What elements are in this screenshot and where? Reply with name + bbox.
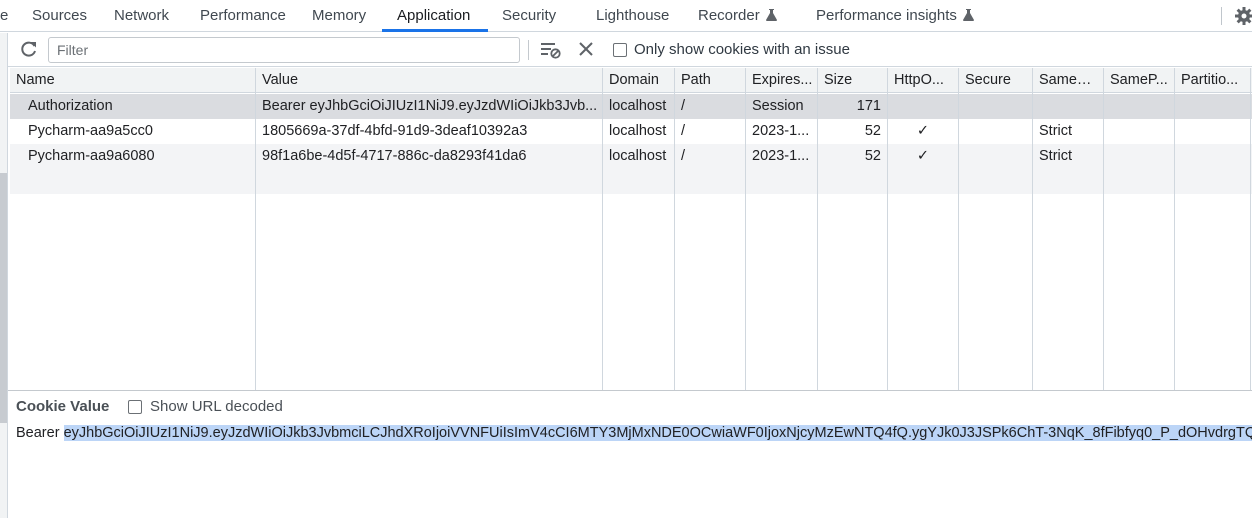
column-divider[interactable] [1174, 68, 1175, 390]
sidebar-scrollbar-thumb[interactable] [0, 173, 7, 423]
cookie-value-selected-token: eyJhbGciOiJIUzI1NiJ9.eyJzdWIiOiJkb3Jvbmc… [63, 425, 1252, 441]
refresh-icon[interactable] [20, 40, 38, 58]
tab-recorder[interactable]: Recorder [698, 0, 777, 32]
left-sidebar-edge [0, 33, 8, 518]
cookies-table: Name Value Domain Path Expires... Size H… [10, 68, 1252, 390]
clear-filtered-cookies-icon[interactable] [541, 41, 561, 59]
cell-domain: localhost [609, 148, 667, 164]
tab-network[interactable]: Network [114, 0, 169, 32]
devtools-tab-bar: e Sources Network Performance Memory App… [0, 0, 1252, 32]
cell-domain: localhost [609, 123, 667, 139]
tab-bar-divider [1221, 7, 1222, 25]
column-divider[interactable] [1032, 68, 1033, 390]
cell-name: Pycharm-aa9a6080 [28, 148, 155, 164]
cell-secure [959, 144, 1032, 169]
column-divider[interactable] [602, 68, 603, 390]
table-header-row: Name Value Domain Path Expires... Size H… [10, 68, 1252, 93]
column-header-value[interactable]: Value [256, 68, 602, 93]
only-issues-label: Only show cookies with an issue [634, 41, 850, 58]
cell-httponly: ✓ [916, 148, 930, 164]
cell-httponly: ✓ [916, 123, 930, 139]
tab-application[interactable]: Application [397, 0, 470, 32]
show-url-decoded-checkbox[interactable] [128, 400, 142, 414]
cookie-value-title: Cookie Value [16, 398, 110, 415]
column-divider[interactable] [887, 68, 888, 390]
tab-recorder-label: Recorder [698, 7, 760, 24]
cell-path: / [681, 123, 686, 139]
tab-lighthouse[interactable]: Lighthouse [596, 0, 669, 32]
cell-path: / [681, 148, 686, 164]
cell-value: 98f1a6be-4d5f-4717-886c-da8293f41da6 [262, 148, 527, 164]
cell-name: Authorization [28, 98, 113, 114]
show-url-decoded-label: Show URL decoded [150, 398, 283, 415]
column-divider[interactable] [674, 68, 675, 390]
tab-sources[interactable]: Sources [32, 0, 87, 32]
experiment-flask-icon [962, 9, 974, 21]
cell-sameparty [1104, 119, 1174, 144]
cell-domain: localhost [609, 98, 667, 114]
column-header-size[interactable]: Size [818, 68, 887, 93]
tab-memory[interactable]: Memory [312, 0, 366, 32]
column-header-partition-key[interactable]: Partitio... [1175, 68, 1251, 93]
cell-partition-key [1175, 144, 1251, 169]
cell-size: 52 [864, 123, 881, 139]
clear-all-cookies-icon[interactable] [578, 41, 594, 57]
cell-samesite: Strict [1039, 123, 1073, 139]
column-header-sameparty[interactable]: SameP... [1104, 68, 1174, 93]
column-header-secure[interactable]: Secure [959, 68, 1032, 93]
cell-size: 52 [864, 148, 881, 164]
cell-samesite: Strict [1039, 148, 1073, 164]
column-header-httponly[interactable]: HttpO... [888, 68, 958, 93]
cell-secure [959, 119, 1032, 144]
column-divider[interactable] [255, 68, 256, 390]
cell-secure [959, 94, 1032, 119]
column-divider[interactable] [745, 68, 746, 390]
table-row[interactable]: Pycharm-aa9a6080 98f1a6be-4d5f-4717-886c… [10, 144, 1252, 169]
cell-path: / [681, 98, 686, 114]
cell-partition-key [1175, 94, 1251, 119]
cell-sameparty [1104, 144, 1174, 169]
column-header-name[interactable]: Name [10, 68, 255, 93]
table-row[interactable]: Pycharm-aa9a5cc0 1805669a-37df-4bfd-91d9… [10, 119, 1252, 144]
tab-security[interactable]: Security [502, 0, 556, 32]
cell-expires: 2023-1... [752, 123, 810, 139]
cell-expires: Session [752, 98, 804, 114]
column-divider[interactable] [958, 68, 959, 390]
cell-name: Pycharm-aa9a5cc0 [28, 123, 153, 139]
cookie-value-prefix: Bearer [16, 425, 60, 441]
tab-performance-insights[interactable]: Performance insights [816, 0, 974, 32]
column-header-path[interactable]: Path [675, 68, 745, 93]
experiment-flask-icon [765, 9, 777, 21]
column-divider[interactable] [1250, 68, 1251, 390]
tab-performance-insights-label: Performance insights [816, 7, 957, 24]
cell-partition-key [1175, 119, 1251, 144]
cell-httponly [888, 94, 958, 119]
cookies-toolbar: Only show cookies with an issue [8, 33, 1252, 67]
only-issues-checkbox[interactable] [613, 43, 627, 57]
table-row[interactable]: Authorization Bearer eyJhbGciOiJIUzI1NiJ… [10, 94, 1252, 119]
cookie-value-text[interactable]: Bearer eyJhbGciOiJIUzI1NiJ9.eyJzdWIiOiJk… [16, 423, 1252, 443]
tab-elements-partial[interactable]: e [0, 0, 8, 32]
column-header-samesite[interactable]: SameSi... [1033, 68, 1103, 93]
cell-expires: 2023-1... [752, 148, 810, 164]
column-header-domain[interactable]: Domain [603, 68, 674, 93]
column-header-expires[interactable]: Expires... [746, 68, 817, 93]
tab-performance[interactable]: Performance [200, 0, 286, 32]
filter-input[interactable] [48, 37, 520, 63]
cell-value: Bearer eyJhbGciOiJIUzI1NiJ9.eyJzdWIiOiJk… [262, 98, 598, 114]
cell-sameparty [1104, 94, 1174, 119]
column-divider[interactable] [1103, 68, 1104, 390]
settings-gear-icon[interactable] [1235, 7, 1252, 25]
cookie-value-pane: Cookie Value Show URL decoded Bearer eyJ… [8, 391, 1252, 518]
column-divider[interactable] [817, 68, 818, 390]
table-row-empty [10, 169, 1252, 194]
toolbar-divider [528, 40, 529, 60]
active-tab-indicator [382, 29, 488, 32]
cell-size: 171 [856, 98, 881, 114]
cell-samesite [1033, 94, 1103, 119]
cell-value: 1805669a-37df-4bfd-91d9-3deaf10392a3 [262, 123, 528, 139]
